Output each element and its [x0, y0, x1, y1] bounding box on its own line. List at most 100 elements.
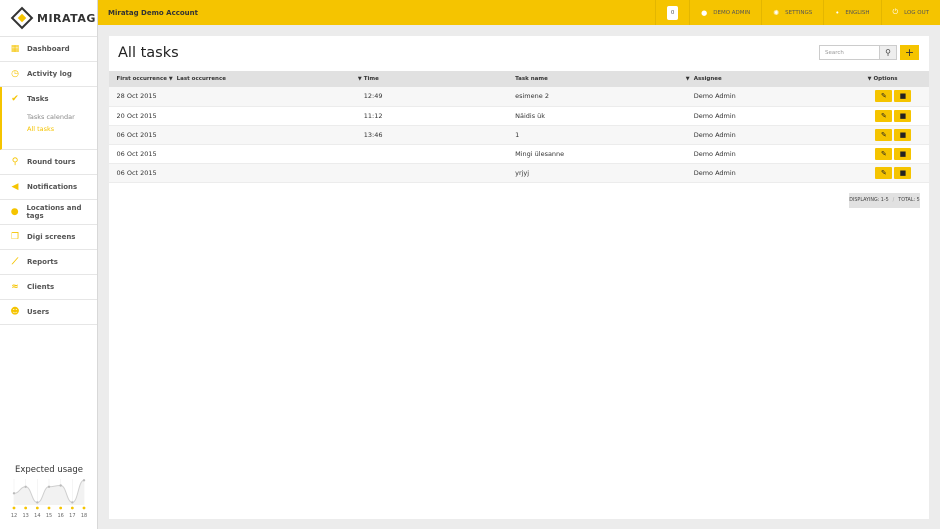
table-row[interactable]: 20 Oct 2015 11:12 Näidis ük Demo Admin ✎…	[109, 106, 929, 125]
sidebar-item-label: Digi screens	[27, 233, 76, 241]
search-button[interactable]: ⚲	[880, 45, 897, 60]
delete-button[interactable]: ■	[894, 128, 912, 141]
expected-usage-widget: Expected usage 12 13 14 15 16 17 18	[0, 459, 98, 529]
column-last-occurrence[interactable]: Last occurrence	[177, 76, 226, 82]
settings-label: SETTINGS	[785, 9, 813, 16]
cell-options: ✎ ■	[873, 106, 929, 125]
cell-time: 12:49	[363, 92, 383, 101]
sidebar-item-digi-screens[interactable]: ❐ Digi screens	[0, 225, 97, 250]
add-task-button[interactable]: +	[900, 45, 919, 60]
pencil-icon: ✎	[881, 111, 887, 120]
sidebar-item-label: Reports	[27, 258, 58, 266]
usage-day-label: 17	[69, 513, 75, 519]
cell-options: ✎ ■	[873, 125, 929, 144]
users-icon: ☻	[10, 307, 20, 317]
sidebar-subitem-tasks-calendar[interactable]: Tasks calendar	[27, 113, 75, 121]
sidebar-item-round-tours[interactable]: ⚲ Round tours	[0, 150, 97, 175]
column-time[interactable]: Time	[364, 71, 515, 87]
column-assignee[interactable]: Assignee	[694, 76, 722, 82]
sidebar-item-notifications[interactable]: ◀ Notifications	[0, 175, 97, 200]
pin-icon: ●	[10, 207, 19, 217]
edit-button[interactable]: ✎	[875, 90, 893, 103]
logout-button[interactable]: ⏻ LOG OUT	[880, 0, 940, 25]
usage-day-marker	[82, 506, 86, 510]
tasks-table: First occurrence ▼ Last occurrence ▼ Tim…	[109, 71, 929, 183]
sidebar-item-reports[interactable]: ⟋ Reports	[0, 250, 97, 275]
usage-day-marker	[70, 506, 74, 510]
table-row[interactable]: 28 Oct 2015 12:49 esimene 2 Demo Admin ✎…	[109, 87, 929, 106]
delete-button[interactable]: ■	[894, 90, 912, 103]
user-menu[interactable]: ● DEMO ADMIN	[689, 0, 761, 25]
filter-icon[interactable]: ▼	[169, 76, 173, 82]
sidebar-item-clients[interactable]: ≈ Clients	[0, 275, 97, 300]
user-label: DEMO ADMIN	[713, 9, 751, 16]
content-panel: All tasks ⚲ + First occurrence ▼ Last oc…	[109, 36, 929, 519]
table-row[interactable]: 06 Oct 2015 yrjyj Demo Admin ✎ ■	[109, 163, 929, 182]
usage-day-marker	[12, 506, 16, 510]
filter-icon[interactable]: ▼	[868, 76, 872, 82]
sidebar-item-activity-log[interactable]: ◷ Activity log	[0, 62, 97, 87]
filter-icon[interactable]: ▼	[686, 76, 690, 82]
page-title: All tasks	[118, 45, 179, 61]
column-first-occurrence[interactable]: First occurrence	[116, 76, 166, 82]
cell-first-occurrence: 06 Oct 2015	[116, 168, 157, 177]
settings-button[interactable]: ✺ SETTINGS	[761, 0, 823, 25]
sidebar-item-users[interactable]: ☻ Users	[0, 300, 97, 325]
filter-icon[interactable]: ▼	[358, 76, 362, 82]
plus-icon: +	[904, 46, 915, 59]
usage-day-label: 18	[81, 513, 87, 519]
sidebar-subitem-all-tasks[interactable]: All tasks	[27, 125, 75, 133]
language-selector[interactable]: • ENGLISH	[823, 0, 880, 25]
search-icon: ⚲	[885, 48, 891, 57]
table-header-row: First occurrence ▼ Last occurrence ▼ Tim…	[109, 71, 929, 87]
cell-task-name: Näidis ük	[515, 111, 546, 120]
column-task-name[interactable]: Task name	[515, 76, 548, 82]
logo[interactable]: MIRATAG	[0, 0, 97, 37]
edit-button[interactable]: ✎	[875, 166, 893, 179]
cell-assignee: Demo Admin	[693, 130, 736, 139]
sidebar-item-dashboard[interactable]: ▦ Dashboard	[0, 37, 97, 62]
edit-button[interactable]: ✎	[875, 128, 893, 141]
usage-day-marker	[47, 506, 51, 510]
usage-day-marker	[59, 506, 63, 510]
cell-assignee: Demo Admin	[693, 149, 736, 158]
usage-day-label: 16	[57, 513, 63, 519]
displaying-range: DISPLAYING: 1-5	[849, 198, 889, 203]
cell-task-name: Mingi ülesanne	[515, 149, 565, 158]
table-row[interactable]: 06 Oct 2015 Mingi ülesanne Demo Admin ✎ ■	[109, 144, 929, 163]
usage-day-label: 13	[22, 513, 28, 519]
column-task-name-cell: Task name ▼	[515, 71, 694, 87]
usage-day-label: 12	[11, 513, 17, 519]
usage-point	[47, 485, 51, 488]
cell-first-occurrence: 28 Oct 2015	[116, 92, 157, 101]
route-icon: ⚲	[11, 157, 19, 167]
separator: /	[892, 198, 895, 203]
usage-point	[82, 479, 86, 482]
edit-button[interactable]: ✎	[875, 147, 893, 160]
table-row[interactable]: 06 Oct 2015 13:46 1 Demo Admin ✎ ■	[109, 125, 929, 144]
sidebar-item-locations-and-tags[interactable]: ● Locations and tags	[0, 200, 97, 225]
trash-icon: ■	[899, 168, 907, 177]
tasks-submenu: Tasks calendar All tasks	[10, 113, 75, 137]
cell-task-name: esimene 2	[515, 92, 549, 101]
edit-button[interactable]: ✎	[875, 109, 893, 122]
delete-button[interactable]: ■	[894, 166, 912, 179]
delete-button[interactable]: ■	[894, 147, 912, 160]
total-count: TOTAL: 5	[898, 198, 920, 203]
usage-point	[59, 484, 62, 487]
delete-button[interactable]: ■	[894, 109, 912, 122]
sidebar-item-tasks[interactable]: ✔ Tasks Tasks calendar All tasks	[0, 87, 97, 150]
notifications-button[interactable]: 0	[655, 0, 689, 25]
pencil-icon: ✎	[881, 130, 887, 139]
cell-assignee: Demo Admin	[693, 111, 736, 120]
usage-day-label: 14	[34, 513, 40, 519]
cell-first-occurrence: 06 Oct 2015	[116, 130, 157, 139]
search-input[interactable]	[819, 45, 880, 60]
sidebar: MIRATAG ▦ Dashboard ◷ Activity log ✔ Tas…	[0, 0, 98, 529]
cell-assignee: Demo Admin	[693, 168, 736, 177]
usage-point	[36, 501, 39, 504]
sidebar-item-label: Users	[27, 308, 50, 316]
sidebar-item-label: Locations and tags	[26, 204, 82, 220]
chart-icon: ⟋	[11, 257, 19, 267]
check-icon: ✔	[11, 94, 19, 104]
